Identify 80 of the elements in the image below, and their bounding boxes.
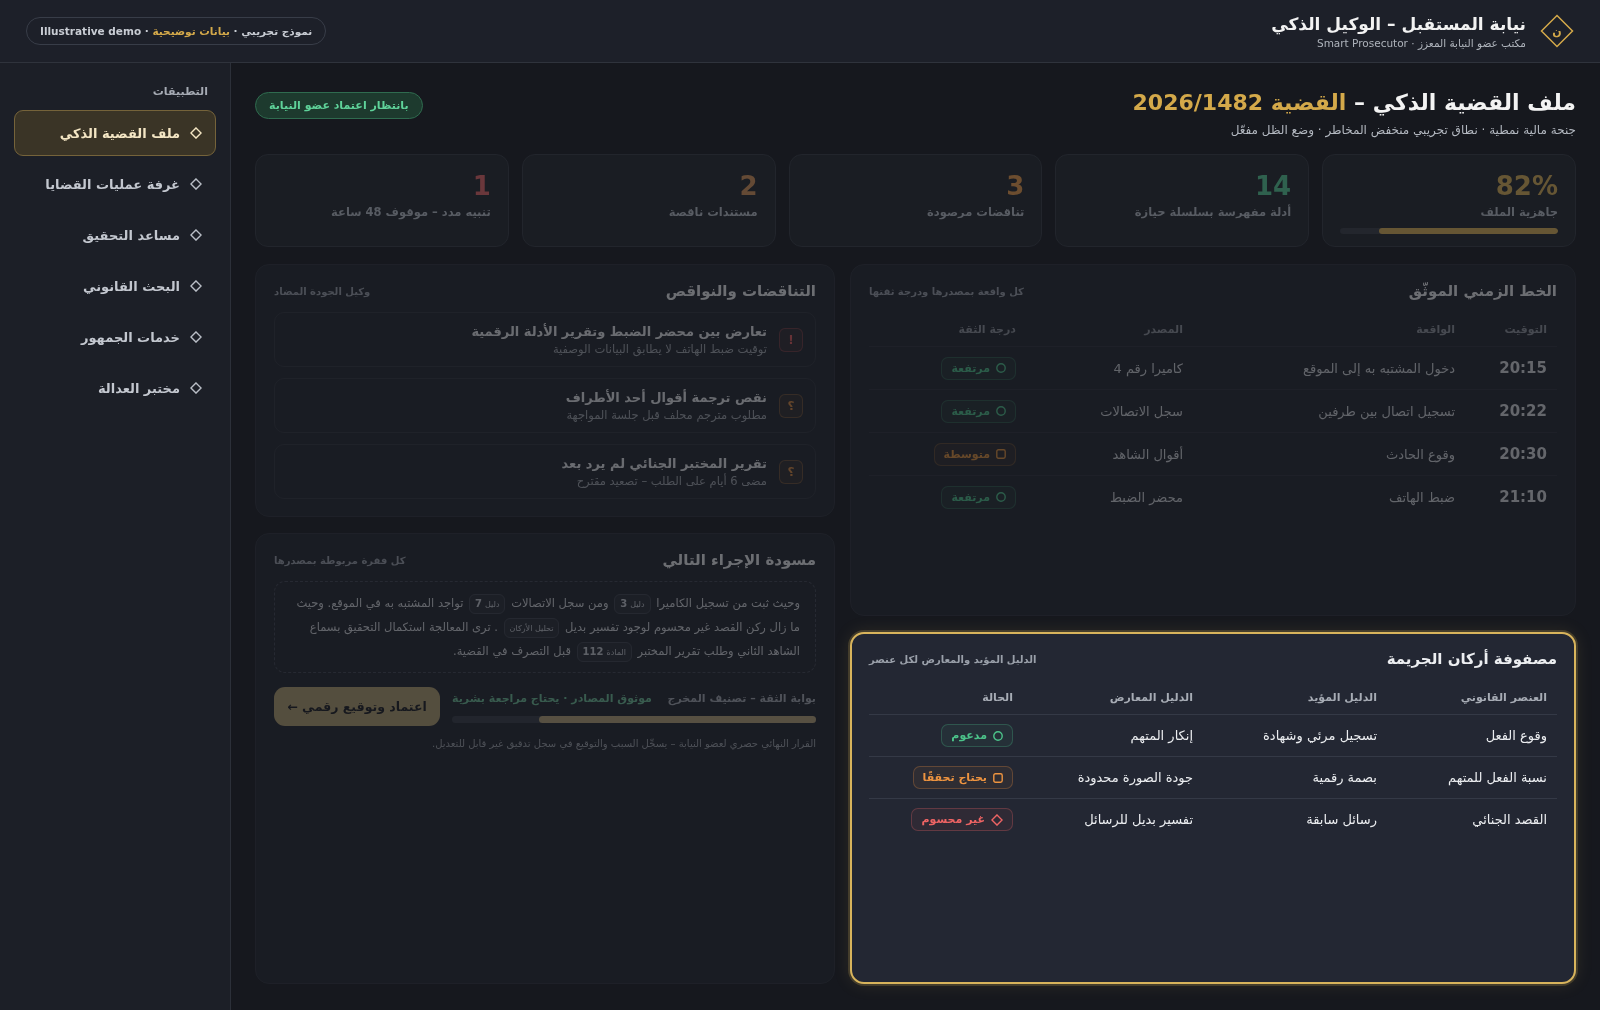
confidence-text: متوسطة [943,447,990,461]
sidebar-item[interactable]: مساعد التحقيق [14,212,216,258]
panel-title: الخط الزمني الموثّق [1408,282,1557,300]
time-text: 20:22 [1499,402,1547,420]
kpi-value: 3 [1005,170,1025,202]
case-subtitle: جنحة مالية نمطية · نطاق تجريبي منخفض المخاطر · وضع الظل مفعّل [1229,123,1576,137]
issue-marker: ! [779,328,803,352]
opposing-text: جودة الصورة محدودة [1077,770,1193,785]
sidebar-item[interactable]: البحث القانوني [14,263,216,309]
time-text: 21:10 [1499,488,1547,506]
app-subtitle: مكتب عضو النيابة المعزز · Smart Prosecutor [1315,36,1526,49]
circle-icon [993,730,1003,741]
event-text: وقوع الحادث [1385,446,1455,462]
diamond-icon [190,178,202,190]
kpi-value: 82% [1494,170,1558,202]
kpi-label: تناقضات مرصودة [926,205,1025,219]
diamond-icon [190,229,202,241]
element-text: القصد الجنائي [1472,812,1547,827]
supporting-text: بصمة رقمية [1312,770,1377,785]
sidebar-item[interactable]: خدمات الجمهور [14,314,216,360]
issue-marker: ؟ [779,394,803,418]
gate-verdict: موثوق المصادر · يحتاج مراجعة بشرية [452,690,652,707]
kpi-label: مستندات ناقصة [667,205,758,219]
kpi-label: جاهزية الملف [1479,205,1558,219]
square-icon [996,449,1006,459]
status-text: غير محسوم [921,813,985,826]
approval-status: بانتظار اعتماد عضو النيابة [255,92,423,119]
issue-title: تعارض بين محضر الضبط وتقرير الأدلة الرقمية [471,324,767,339]
case-title: ملف القضية الذكي – القضية 2026/1482 [1132,89,1576,118]
issue-title: نقص ترجمة أقوال أحد الأطراف [565,390,767,405]
diamond-icon [190,280,202,292]
event-text: دخول المشتبه به إلى الموقع [1303,360,1455,376]
square-icon [993,772,1003,783]
logo: ن [1540,14,1574,48]
kpi-value: 14 [1254,170,1292,202]
column-header: الدليل المؤيد [1306,690,1378,704]
diamond-icon [190,382,202,394]
source-text: أقوال الشاهد [1112,446,1183,462]
diamond-icon [190,127,202,139]
time-text: 20:15 [1499,359,1547,377]
element-text: وقوع الفعل [1485,728,1547,743]
opposing-text: تفسير بديل للرسائل [1084,812,1193,827]
sidebar-item[interactable]: ملف القضية الذكي [14,110,216,156]
column-header: العنصر القانوني [1459,690,1548,704]
issue-marker: ؟ [779,460,803,484]
sidebar-item[interactable]: غرفة عمليات القضايا [14,161,216,207]
status-text: مدعوم [951,729,987,742]
issue-title: تقرير المختبر الجنائي لم يرد بعد [561,456,767,471]
circle-icon [996,363,1006,373]
event-text: تسجيل اتصال بين طرفين [1318,403,1455,419]
source-text: سجل الاتصالات [1100,403,1183,419]
kpi-label: تنبيه مدد – موقوف 48 ساعة [330,205,491,219]
column-header: الدليل المعارض [1108,690,1194,704]
kpi-value: 1 [471,170,491,202]
supporting-text: رسائل سابقة [1306,812,1377,827]
sidebar-item[interactable]: مختبر العدالة [14,365,216,411]
source-text: كاميرا رقم 4 [1113,360,1183,376]
panel-title: مسودة الإجراء التالي [662,551,816,569]
element-text: نسبة الفعل للمتهم [1448,770,1547,785]
event-text: ضبط الهاتف [1388,489,1455,505]
opposing-text: إنكار المتهم [1130,728,1193,743]
column-header: الحالة [981,690,1014,704]
supporting-text: تسجيل مرئي وشهادة [1263,728,1377,743]
panel-subtitle: الدليل المؤيد والمعارض لكل عنصر [869,653,1037,665]
confidence-text: مرتفعة [951,361,990,375]
diamond-icon [991,813,1003,826]
confidence-text: مرتفعة [951,490,990,504]
circle-icon [996,492,1006,502]
circle-icon [996,406,1006,416]
kpi-label: أدلة مفهرسة بسلسلة حيازة [1133,205,1292,219]
status-text: يحتاج تحققًا [922,771,987,784]
confidence-text: مرتفعة [951,404,990,418]
kpi-value: 2 [738,170,758,202]
panel-title: التناقضات والنواقص [665,282,816,300]
app-title: نيابة المستقبل – الوكيل الذكي [1271,13,1526,34]
source-text: محضر الضبط [1109,489,1183,505]
time-text: 20:30 [1499,445,1547,463]
diamond-icon [190,331,202,343]
sidebar-heading: التطبيقات [151,85,209,100]
panel-title: مصفوفة أركان الجريمة [1386,650,1557,668]
